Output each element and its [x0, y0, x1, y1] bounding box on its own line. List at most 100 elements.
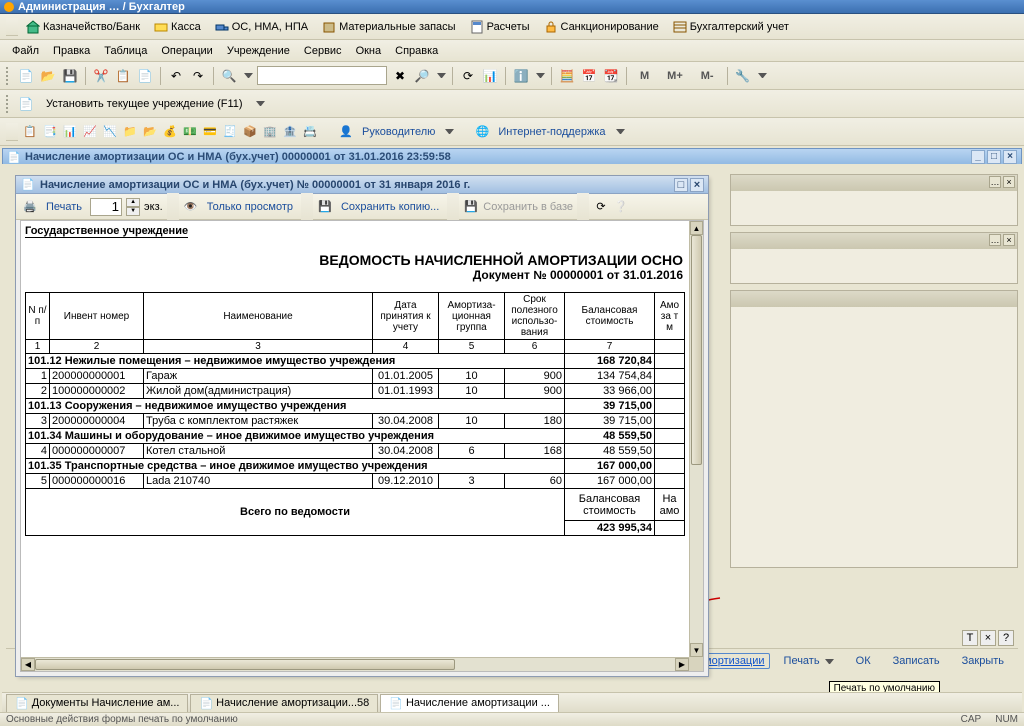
menu-edit[interactable]: Правка	[47, 43, 96, 59]
menu-file[interactable]: Файл	[6, 43, 45, 59]
paste-icon[interactable]: 📄	[136, 67, 154, 85]
period-icon[interactable]: 📆	[602, 67, 620, 85]
person-icon: 👤	[338, 124, 354, 140]
i5[interactable]: 📉	[102, 124, 118, 140]
preview-body: Государственное учреждение ВЕДОМОСТЬ НАЧ…	[20, 220, 704, 672]
mdi-title-text: Начисление амортизации ОС и НМА (бух.уче…	[25, 151, 451, 163]
search-input[interactable]	[257, 66, 387, 85]
q-icon[interactable]: ❔	[613, 199, 629, 215]
menu-windows[interactable]: Окна	[350, 43, 388, 59]
open-icon[interactable]: 📂	[39, 67, 57, 85]
pv-max[interactable]: □	[674, 178, 688, 192]
window-max-button[interactable]: □	[987, 150, 1001, 164]
menu-service[interactable]: Сервис	[298, 43, 348, 59]
i11[interactable]: 🧾	[222, 124, 238, 140]
search-next-icon[interactable]: 🔎	[413, 67, 431, 85]
i15[interactable]: 📇	[302, 124, 318, 140]
scroll-down-icon[interactable]: ▼	[690, 643, 703, 657]
redo-icon[interactable]: ↷	[189, 67, 207, 85]
p1-more[interactable]: …	[989, 176, 1001, 188]
module-sanction[interactable]: Санкционирование	[538, 18, 665, 36]
vscrollbar[interactable]: ▲ ▼	[689, 221, 703, 657]
status-text: Основные действия формы печать по умолча…	[6, 714, 238, 725]
module-calc[interactable]: Расчеты	[464, 18, 536, 36]
i8[interactable]: 💰	[162, 124, 178, 140]
preview-toolbar: 🖨️ Печать ▲▼ экз. 👁️ Только просмотр 💾 С…	[16, 194, 708, 220]
tab-3[interactable]: 📄Начисление амортизации ...	[380, 694, 559, 712]
scroll-up-icon[interactable]: ▲	[690, 221, 703, 235]
menu-org[interactable]: Учреждение	[221, 43, 296, 59]
memory-mplus[interactable]: М+	[660, 68, 690, 84]
copies-input[interactable]	[90, 198, 122, 216]
lock-icon	[544, 20, 558, 34]
i6[interactable]: 📁	[122, 124, 138, 140]
i4[interactable]: 📈	[82, 124, 98, 140]
manager-button[interactable]: Руководителю	[358, 124, 439, 140]
module-cash[interactable]: Касса	[148, 18, 207, 36]
close-button[interactable]: Закрыть	[954, 653, 1012, 669]
scroll-left-icon[interactable]: ◀	[21, 658, 35, 671]
print-button[interactable]: Печать	[776, 653, 842, 669]
save-button[interactable]: Записать	[885, 653, 948, 669]
module-accounting[interactable]: Бухгалтерский учет	[667, 18, 795, 36]
find-icon[interactable]: 🔍	[220, 67, 238, 85]
i13[interactable]: 🏢	[262, 124, 278, 140]
menu-ops[interactable]: Операции	[155, 43, 218, 59]
menu-table[interactable]: Таблица	[98, 43, 153, 59]
p2-more[interactable]: …	[989, 234, 1001, 246]
t-button[interactable]: Т	[962, 630, 978, 646]
hscroll-thumb[interactable]	[35, 659, 455, 670]
tab-1[interactable]: 📄Документы Начисление ам...	[6, 694, 188, 712]
report-icon[interactable]: 📊	[481, 67, 499, 85]
cut-icon[interactable]: ✂️	[92, 67, 110, 85]
menu-help[interactable]: Справка	[389, 43, 444, 59]
report-view[interactable]: Государственное учреждение ВЕДОМОСТЬ НАЧ…	[21, 221, 689, 657]
preview-only-link[interactable]: Только просмотр	[203, 199, 297, 215]
ok-button[interactable]: ОК	[848, 653, 879, 669]
save-copy-link[interactable]: Сохранить копию...	[337, 199, 443, 215]
clear-icon[interactable]: ✖	[391, 67, 409, 85]
i14[interactable]: 🏦	[282, 124, 298, 140]
window-min-button[interactable]: _	[971, 150, 985, 164]
pv-close[interactable]: ×	[690, 178, 704, 192]
i9[interactable]: 💵	[182, 124, 198, 140]
module-os[interactable]: ОС, НМА, НПА	[209, 18, 314, 36]
q-button[interactable]: ?	[998, 630, 1014, 646]
i7[interactable]: 📂	[142, 124, 158, 140]
new-icon[interactable]: 📄	[17, 67, 35, 85]
memory-m[interactable]: М	[633, 68, 656, 84]
p2-close[interactable]: ×	[1003, 234, 1015, 246]
hscrollbar[interactable]: ◀ ▶	[21, 657, 689, 671]
i1[interactable]: 📋	[22, 124, 38, 140]
i2[interactable]: 📑	[42, 124, 58, 140]
refresh-icon[interactable]: ⟳	[459, 67, 477, 85]
set-org-button[interactable]: Установить текущее учреждение (F11)	[39, 96, 250, 112]
calendar-icon[interactable]: 📅	[580, 67, 598, 85]
copies-spinner[interactable]: ▲▼	[126, 198, 140, 216]
calc2-icon[interactable]: 🧮	[558, 67, 576, 85]
window-close-button[interactable]: ×	[1003, 150, 1017, 164]
memory-mminus[interactable]: М-	[694, 68, 721, 84]
vscroll-thumb[interactable]	[691, 235, 702, 465]
i10[interactable]: 💳	[202, 124, 218, 140]
i12[interactable]: 📦	[242, 124, 258, 140]
printer-icon: 🖨️	[22, 199, 38, 215]
module-inventory[interactable]: Материальные запасы	[316, 18, 462, 36]
wrench-icon[interactable]: 🔧	[734, 67, 752, 85]
i3[interactable]: 📊	[62, 124, 78, 140]
copy-icon[interactable]: 📋	[114, 67, 132, 85]
internet-button[interactable]: Интернет-поддержка	[494, 124, 609, 140]
save-db-link: Сохранить в базе	[483, 201, 573, 213]
x-button[interactable]: ×	[980, 630, 996, 646]
p1-close[interactable]: ×	[1003, 176, 1015, 188]
undo-icon[interactable]: ↶	[167, 67, 185, 85]
preview-title: 📄 Начисление амортизации ОС и НМА (бух.у…	[16, 176, 708, 194]
doc-small-icon: 📄	[7, 150, 21, 164]
rerun-icon[interactable]: ⟳	[593, 199, 609, 215]
module-treasury[interactable]: Казначейство/Банк	[20, 18, 146, 36]
scroll-right-icon[interactable]: ▶	[675, 658, 689, 671]
print-link[interactable]: Печать	[42, 199, 86, 215]
save-icon[interactable]: 💾	[61, 67, 79, 85]
tab-2[interactable]: 📄Начисление амортизации...58	[190, 694, 378, 712]
help-icon[interactable]: ℹ️	[512, 67, 530, 85]
